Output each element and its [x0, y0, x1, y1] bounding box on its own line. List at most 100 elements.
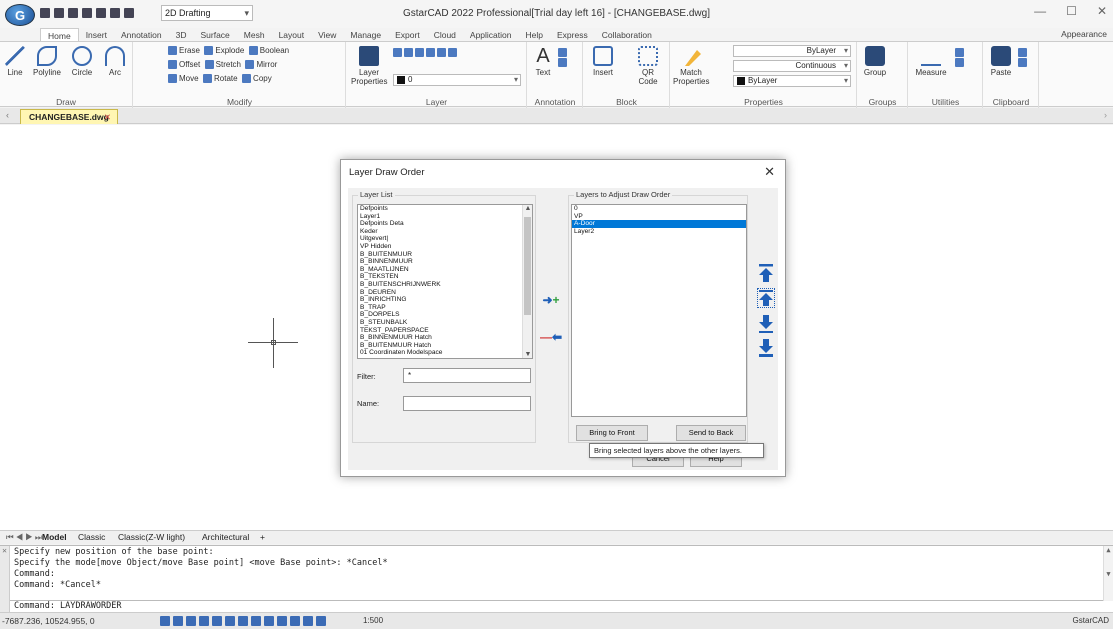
layer-list-item[interactable]: 01 Coordinaten Modelspace	[358, 349, 532, 357]
insert-block-button[interactable]: Insert	[590, 46, 616, 77]
color-select[interactable]: ByLayer	[733, 45, 851, 57]
bring-to-front-button[interactable]: Bring to Front	[576, 425, 648, 441]
layer-list-item[interactable]: Uitgevert|	[358, 235, 532, 243]
layer-list-item[interactable]: Keder	[358, 228, 532, 236]
boolean-button[interactable]: Boolean	[248, 46, 289, 56]
offset-button[interactable]: Offset	[168, 60, 200, 70]
lineweight-select[interactable]: ByLayer	[733, 75, 851, 87]
tab-annotation[interactable]: Annotation	[114, 28, 169, 42]
tab-application[interactable]: Application	[463, 28, 519, 42]
layer-list-item[interactable]: B_BUITENMUUR Hatch	[358, 342, 532, 350]
otrack-icon[interactable]	[225, 616, 235, 626]
layer-list-item[interactable]: TEKST_PAPERSPACE	[358, 327, 532, 335]
layer-list-item[interactable]: Defpoints Deta	[358, 220, 532, 228]
layer-list-item[interactable]: B_INRICHTING	[358, 296, 532, 304]
move-button[interactable]: Move	[168, 74, 199, 84]
erase-button[interactable]: Erase	[168, 46, 200, 56]
model-icon[interactable]	[303, 616, 313, 626]
annotation-scale-icon[interactable]	[316, 616, 326, 626]
snap-icon[interactable]	[173, 616, 183, 626]
layer-list-item[interactable]: B_DEUREN	[358, 289, 532, 297]
layer-list-scrollbar[interactable]: ▲ ▼	[522, 205, 532, 358]
layer-lock-icon[interactable]	[437, 48, 446, 58]
copy-button[interactable]: Copy	[242, 74, 272, 84]
scroll-up-icon[interactable]: ▲	[523, 205, 532, 212]
qr-code-button[interactable]: QR Code	[632, 46, 664, 86]
layer-match-icon[interactable]	[448, 48, 457, 58]
filter-input[interactable]: *	[403, 368, 531, 383]
layer-list-item[interactable]: VP Hidden	[358, 243, 532, 251]
lineweight-icon[interactable]	[251, 616, 261, 626]
layer-list-item[interactable]: B_TEKSTEN	[358, 273, 532, 281]
tab-view[interactable]: View	[311, 28, 343, 42]
tab-classic-zw-light[interactable]: Classic(Z-W light)	[118, 532, 185, 542]
line-tool[interactable]: Line	[4, 46, 26, 77]
layer-list-item[interactable]: B_BUITENMUUR	[358, 251, 532, 259]
command-scrollbar[interactable]: ▲ ▼	[1103, 546, 1113, 601]
tab-model[interactable]: Model	[42, 532, 67, 542]
polyline-tool[interactable]: Polyline	[30, 46, 64, 77]
annotation-scale[interactable]: 1:500	[363, 616, 383, 625]
name-input[interactable]	[403, 396, 531, 411]
scroll-thumb[interactable]	[524, 217, 531, 315]
dialog-close-button[interactable]: ✕	[764, 164, 775, 180]
leader-icon[interactable]	[558, 57, 567, 67]
layer-list-item[interactable]: B_DORPELS	[358, 311, 532, 319]
tab-manage[interactable]: Manage	[343, 28, 388, 42]
tab-export[interactable]: Export	[388, 28, 427, 42]
adjust-list-item[interactable]: 0	[572, 205, 746, 213]
tab-express[interactable]: Express	[550, 28, 595, 42]
quick-select-icon[interactable]	[955, 57, 964, 67]
layer-list-item[interactable]: B_MAATLIJNEN	[358, 266, 532, 274]
maximize-button[interactable]: ☐	[1066, 4, 1077, 18]
tab-architectural[interactable]: Architectural	[202, 532, 249, 542]
selection-cycling-icon[interactable]	[277, 616, 287, 626]
osnap-icon[interactable]	[212, 616, 222, 626]
text-tool[interactable]: A Text	[532, 44, 554, 77]
rotate-button[interactable]: Rotate	[203, 74, 238, 84]
add-layout-button[interactable]: +	[260, 532, 265, 542]
layer-isolate-icon[interactable]	[415, 48, 424, 58]
tab-surface[interactable]: Surface	[193, 28, 236, 42]
adjust-list-item[interactable]: VP	[572, 213, 746, 221]
layer-list-item[interactable]: B_STEUNBALK	[358, 319, 532, 327]
explode-button[interactable]: Explode	[204, 46, 244, 56]
tab-layout[interactable]: Layout	[272, 28, 312, 42]
add-layer-button[interactable]: ➜+	[539, 291, 563, 309]
layer-list-item[interactable]: Defpoints	[358, 205, 532, 213]
move-down-button[interactable]	[757, 314, 775, 334]
appearance-menu[interactable]: Appearance	[1061, 29, 1107, 39]
layer-list-item[interactable]: B_TRAP	[358, 304, 532, 312]
layer-list-item[interactable]: B_BINNENMUUR Hatch	[358, 334, 532, 342]
paste-button[interactable]: Paste	[988, 46, 1014, 77]
tab-classic[interactable]: Classic	[78, 532, 105, 542]
dyn-icon[interactable]	[238, 616, 248, 626]
cut-icon[interactable]	[1018, 57, 1027, 67]
layer-list-item[interactable]: B_BUITENSCHRIJNWERK	[358, 281, 532, 289]
current-layer-select[interactable]: 0	[393, 74, 521, 86]
table-icon[interactable]	[558, 48, 567, 58]
move-to-top-button[interactable]	[757, 263, 775, 283]
tab-scroll-right-icon[interactable]: ›	[1104, 110, 1107, 120]
adjust-list-item[interactable]: A-Door	[572, 220, 746, 228]
tab-help[interactable]: Help	[519, 28, 550, 42]
polar-icon[interactable]	[199, 616, 209, 626]
tab-3d[interactable]: 3D	[169, 28, 194, 42]
document-tab[interactable]: CHANGEBASE.dwg ✕	[20, 109, 118, 124]
group-button[interactable]: Group	[862, 46, 888, 77]
transparency-icon[interactable]	[264, 616, 274, 626]
arc-tool[interactable]: Arc	[100, 46, 130, 77]
annotation-monitor-icon[interactable]	[290, 616, 300, 626]
mirror-button[interactable]: Mirror	[245, 60, 277, 70]
tab-home[interactable]: Home	[40, 28, 79, 42]
move-to-bottom-button[interactable]	[757, 338, 775, 358]
layer-list-item[interactable]: B_BINNENMUUR	[358, 258, 532, 266]
layer-list[interactable]: Defpoints Layer1 Defpoints Deta Keder Uitgev…	[357, 204, 533, 359]
close-window-button[interactable]: ✕	[1097, 4, 1107, 18]
layout-nav-icons[interactable]: ⏮◀▶⏭	[6, 532, 44, 543]
command-input[interactable]: Command: LAYDRAWORDER	[10, 600, 1103, 612]
calculator-icon[interactable]	[955, 48, 964, 58]
tab-insert[interactable]: Insert	[79, 28, 114, 42]
tab-collaboration[interactable]: Collaboration	[595, 28, 659, 42]
grid-icon[interactable]	[160, 616, 170, 626]
